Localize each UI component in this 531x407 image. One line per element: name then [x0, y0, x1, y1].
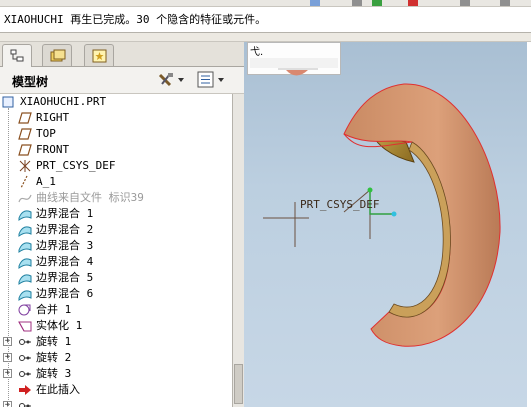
- navigator-tabs: [0, 42, 244, 67]
- tree-item-label: A_1: [36, 175, 56, 188]
- tree-item[interactable]: 合并 1: [0, 302, 232, 318]
- tree-item-label: 边界混合 6: [36, 287, 94, 300]
- viewport-edge: [527, 42, 531, 407]
- message-area-divider: [0, 33, 531, 42]
- datum-plane-icon: [18, 143, 32, 157]
- tree-item-label: 边界混合 5: [36, 271, 94, 284]
- tree-item[interactable]: 实体化 1: [0, 318, 232, 334]
- tree-item-label: 实体化 1: [36, 319, 83, 332]
- tab-model-tree[interactable]: [2, 44, 32, 67]
- toolbar-icon[interactable]: [352, 0, 362, 6]
- tree-item-label: 边界混合 1: [36, 207, 94, 220]
- tree-item[interactable]: 边界混合 1: [0, 206, 232, 222]
- tree-item-label: 旋转 2: [36, 351, 72, 364]
- model-tree-scrollbar[interactable]: [233, 94, 244, 407]
- revolve-icon: [18, 351, 32, 365]
- tree-item-label: FRONT: [36, 143, 70, 156]
- tree-item-label: 边界混合 4: [36, 255, 94, 268]
- message-area: XIAOHUCHI 再生已完成。30 个隐含的特征或元件。: [0, 7, 531, 33]
- tree-item[interactable]: TOP: [0, 126, 232, 142]
- revolve-icon: [18, 399, 32, 407]
- toolbar-icon[interactable]: [310, 0, 320, 6]
- revolve-icon: [18, 367, 32, 381]
- csys-triad: [263, 187, 397, 247]
- tab-favorites[interactable]: [84, 44, 114, 66]
- tree-item-label: 在此插入: [36, 383, 80, 396]
- tree-item-label: PRT_CSYS_DEF: [36, 159, 116, 172]
- toolbar-icon[interactable]: [408, 0, 418, 6]
- part-icon: [2, 95, 16, 109]
- tree-item-label: XIAOHUCHI.PRT: [20, 95, 107, 108]
- datum-axis-icon: [18, 175, 32, 189]
- settings-dropdown-button[interactable]: [158, 71, 188, 89]
- list-view-icon: [197, 71, 224, 88]
- tree-item-label: 曲线来自文件 标识39: [36, 191, 144, 204]
- tree-item[interactable]: 在此插入: [0, 382, 232, 398]
- boundary-blend-icon: [18, 239, 32, 253]
- curve-icon: [18, 191, 32, 205]
- tree-item-label: 合并 1: [36, 303, 72, 316]
- tree-item[interactable]: 边界混合 2: [0, 222, 232, 238]
- tree-item[interactable]: 边界混合 6: [0, 286, 232, 302]
- show-dropdown-button[interactable]: [197, 71, 229, 89]
- tree-connector-line: [8, 108, 9, 407]
- folder-icon: [50, 49, 66, 62]
- tree-item-label: 边界混合 3: [36, 239, 94, 252]
- tree-item[interactable]: XIAOHUCHI.PRT: [0, 94, 232, 110]
- tree-item[interactable]: +: [0, 398, 232, 407]
- tree-item-label: 旋转 1: [36, 335, 72, 348]
- insert-here-arrow-icon: [18, 383, 32, 397]
- tree-item-label: 边界混合 2: [36, 223, 94, 236]
- toolbar-icon[interactable]: [460, 0, 470, 6]
- tree-item[interactable]: + 旋转 2: [0, 350, 232, 366]
- boundary-blend-icon: [18, 271, 32, 285]
- favorites-icon: [92, 49, 107, 63]
- model-tree-header: 模型树: [0, 67, 244, 94]
- tree-item[interactable]: 边界混合 3: [0, 238, 232, 254]
- top-toolbar-strip: [0, 0, 531, 7]
- tree-item[interactable]: PRT_CSYS_DEF: [0, 158, 232, 174]
- toolbar-icon[interactable]: [372, 0, 382, 6]
- tree-item[interactable]: RIGHT: [0, 110, 232, 126]
- boundary-blend-icon: [18, 223, 32, 237]
- csys-label: PRT_CSYS_DEF: [300, 198, 380, 211]
- solidify-icon: [18, 319, 32, 333]
- tree-item[interactable]: FRONT: [0, 142, 232, 158]
- tree-item[interactable]: A_1: [0, 174, 232, 190]
- tree-item[interactable]: + 旋转 1: [0, 334, 232, 350]
- datum-plane-icon: [18, 127, 32, 141]
- revolve-icon: [18, 335, 32, 349]
- model-tree: XIAOHUCHI.PRT RIGHT TOP FRONT PRT_CSYS_DEF A_…: [0, 94, 233, 407]
- model-canvas[interactable]: [244, 42, 531, 407]
- scrollbar-thumb[interactable]: [234, 364, 243, 404]
- tree-item-label: TOP: [36, 127, 56, 140]
- model-tree-title: 模型树: [12, 75, 49, 89]
- tree-item[interactable]: 边界混合 5: [0, 270, 232, 286]
- model-tree-icon: [10, 49, 24, 62]
- toolbar-icon[interactable]: [500, 0, 510, 6]
- merge-icon: [18, 303, 32, 317]
- boundary-blend-icon: [18, 255, 32, 269]
- datum-plane-icon: [18, 111, 32, 125]
- tools-icon: [158, 73, 184, 87]
- tab-folder-browser[interactable]: [42, 44, 72, 66]
- tree-item[interactable]: + 旋转 3: [0, 366, 232, 382]
- boundary-blend-icon: [18, 287, 32, 301]
- boundary-blend-icon: [18, 207, 32, 221]
- tree-item-label: 旋转 3: [36, 367, 72, 380]
- status-message: XIAOHUCHI 再生已完成。30 个隐含的特征或元件。: [4, 13, 267, 26]
- tree-item-label: RIGHT: [36, 111, 70, 124]
- tree-item-label: [36, 398, 43, 407]
- navigator-panel: 模型树 XIAOHUCHI.PRT RIGHT TOP FRONT PRT_CSYS_D…: [0, 42, 244, 407]
- csys-icon: [18, 159, 32, 173]
- tree-item[interactable]: 曲线来自文件 标识39: [0, 190, 232, 206]
- graphics-window[interactable]: 弋. PRT_CSYS_DEF: [244, 42, 531, 407]
- tree-item[interactable]: 边界混合 4: [0, 254, 232, 270]
- model-c-ring[interactable]: [343, 83, 501, 347]
